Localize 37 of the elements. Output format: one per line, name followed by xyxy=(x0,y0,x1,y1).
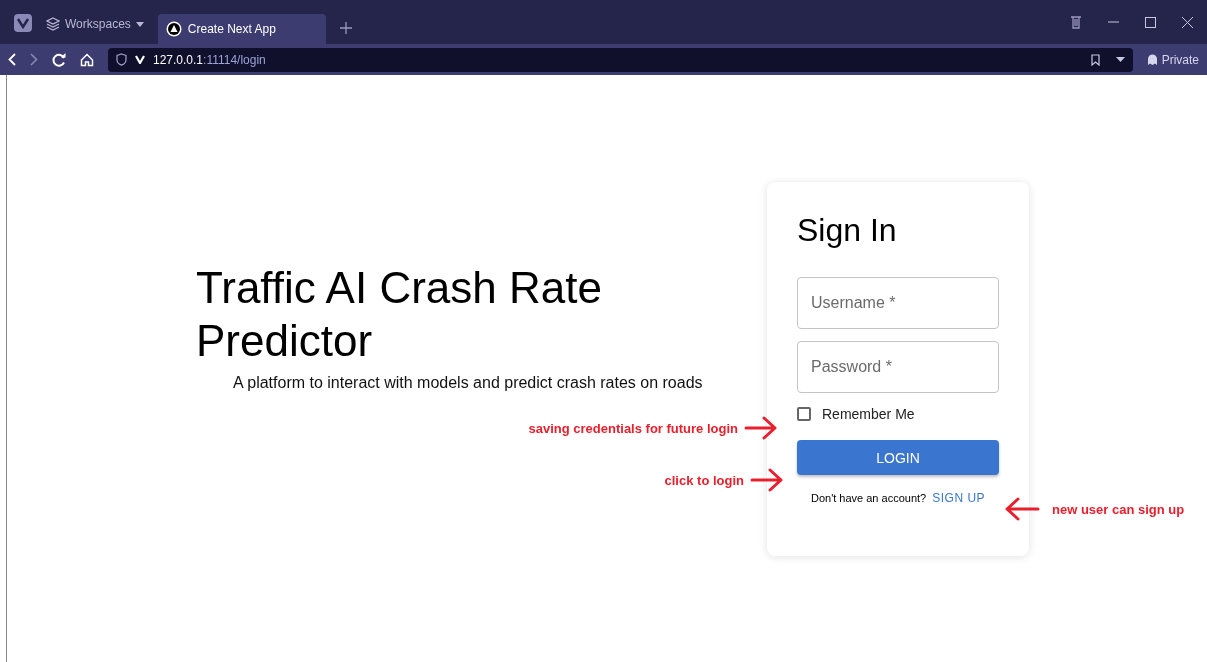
browser-logo-icon[interactable] xyxy=(14,14,32,32)
caret-icon[interactable] xyxy=(1115,57,1125,62)
triangle-logo-icon xyxy=(165,21,182,37)
reload-icon[interactable] xyxy=(52,52,66,67)
trash-icon[interactable] xyxy=(1070,15,1082,29)
layers-icon xyxy=(46,17,60,31)
checkbox-label[interactable]: Remember Me xyxy=(822,406,915,422)
input-field[interactable]: Password * xyxy=(797,341,999,393)
signup-prompt: Don't have an account? xyxy=(810,492,927,504)
workspaces-label[interactable]: Workspaces xyxy=(65,17,131,31)
shield-icon[interactable] xyxy=(116,53,127,66)
arrow-icon xyxy=(750,467,784,493)
forward-icon[interactable] xyxy=(30,53,38,66)
back-icon[interactable] xyxy=(8,53,16,66)
url-text[interactable]: 127.0.0.1:11114/login xyxy=(153,52,266,67)
browser-tab[interactable]: Create Next App xyxy=(157,14,326,44)
annotation-text: new user can sign up xyxy=(1052,501,1185,517)
page-subtitle: A platform to interact with models and predict crash rates on roads xyxy=(233,373,703,393)
v-logo-icon xyxy=(135,55,145,64)
annotation-text: saving credentials for future login xyxy=(528,420,738,436)
home-icon[interactable] xyxy=(80,52,94,67)
sign-up-link[interactable]: SIGN UP xyxy=(932,491,986,505)
arrow-icon xyxy=(744,415,778,441)
input-field[interactable]: Username * xyxy=(797,277,999,329)
maximize-icon[interactable] xyxy=(1145,16,1156,28)
close-icon[interactable] xyxy=(1182,16,1193,28)
annotation-text: click to login xyxy=(664,472,744,488)
ghost-icon xyxy=(1146,54,1158,65)
private-label[interactable]: Private xyxy=(1161,52,1199,67)
caret-icon[interactable] xyxy=(135,21,144,27)
login-button[interactable]: LOGIN xyxy=(797,440,999,475)
bookmark-icon[interactable] xyxy=(1090,53,1100,66)
form-title: Sign In xyxy=(797,212,898,249)
page-title: Traffic AI Crash Rate Predictor xyxy=(196,262,603,367)
new-tab-icon[interactable] xyxy=(339,22,352,34)
arrow-icon xyxy=(1004,496,1040,522)
checkbox[interactable] xyxy=(797,407,811,421)
